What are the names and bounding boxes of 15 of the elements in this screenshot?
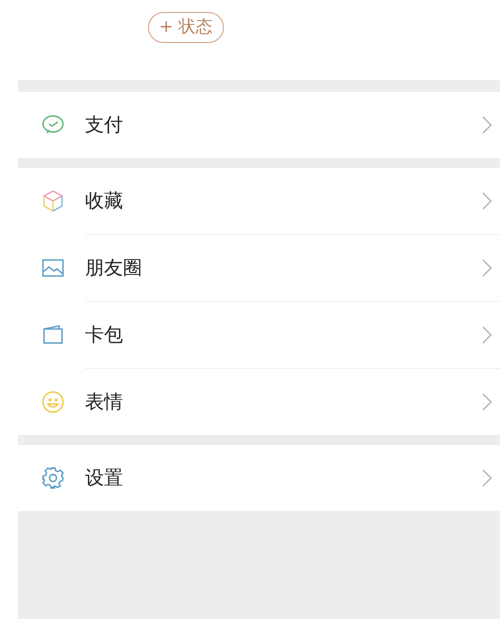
menu-item-label[interactable]: 设置 (85, 465, 482, 491)
chevron-right-icon (482, 192, 492, 210)
smiley-icon (40, 390, 64, 414)
chevron-right-icon (482, 326, 492, 344)
menu-item-label[interactable]: 表情 (85, 389, 482, 415)
cube-icon (40, 189, 64, 213)
menu-item-label[interactable]: 支付 (85, 112, 482, 138)
chevron-right-icon (482, 469, 492, 487)
chevron-right-icon (482, 393, 492, 411)
menu-item-label[interactable]: 收藏 (85, 188, 482, 214)
chevron-right-icon (482, 259, 492, 277)
chevron-right-icon (482, 116, 492, 134)
menu-item-label[interactable]: 朋友圈 (85, 255, 482, 281)
settings-icon (40, 466, 64, 490)
menu-item-label[interactable]: 卡包 (85, 322, 482, 348)
